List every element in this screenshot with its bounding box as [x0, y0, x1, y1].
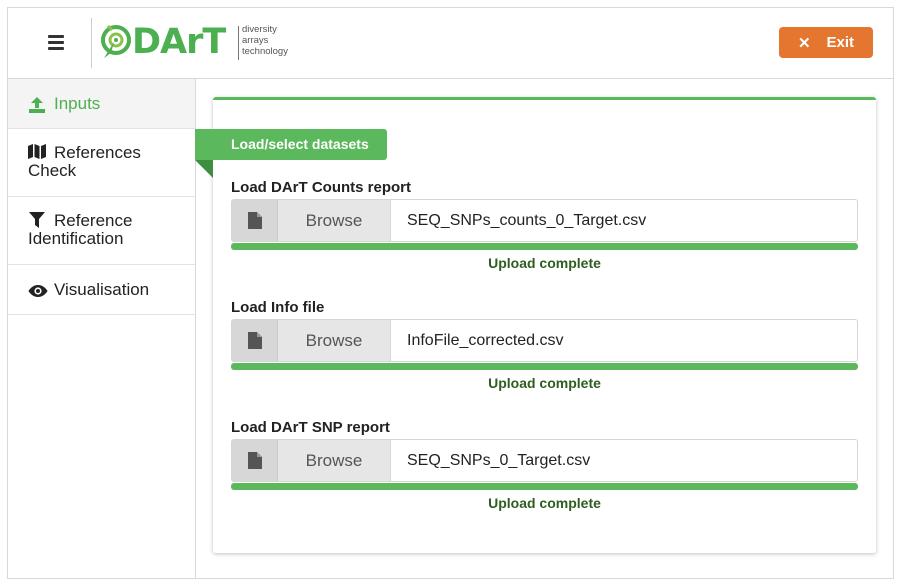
upload-progress-bar: [231, 483, 858, 490]
upload-section-counts: Load DArT Counts report Browse SEQ_SNPs_…: [231, 179, 858, 271]
dart-logo-mark-icon: [101, 24, 131, 58]
file-icon: [232, 320, 278, 361]
browse-button[interactable]: Browse: [278, 200, 391, 241]
logo-tagline-line: arrays: [242, 35, 269, 46]
header: DArT diversity arrays technology ✕ Exit: [8, 8, 893, 79]
logo-tagline-line: technology: [242, 46, 288, 57]
sidebar-item-label: Visualisation: [54, 280, 150, 299]
upload-icon: [28, 96, 46, 114]
logo-divider: [91, 18, 92, 68]
filter-icon: [28, 212, 46, 228]
file-name-field[interactable]: SEQ_SNPs_counts_0_Target.csv: [391, 200, 857, 241]
card-ribbon-title: Load/select datasets: [195, 129, 387, 160]
exit-button-label: Exit: [826, 34, 855, 51]
file-name-field[interactable]: SEQ_SNPs_0_Target.csv: [391, 440, 857, 481]
sidebar-item-inputs[interactable]: Inputs: [8, 79, 195, 129]
logo-word: DArT: [132, 22, 226, 62]
file-icon: [232, 200, 278, 241]
section-label: Load DArT Counts report: [231, 179, 411, 196]
logo-tagline-line: diversity: [242, 24, 277, 35]
app-frame: DArT diversity arrays technology ✕ Exit …: [7, 7, 894, 579]
upload-section-info: Load Info file Browse InfoFile_corrected…: [231, 299, 858, 391]
sidebar-item-reference-identification[interactable]: Reference Identification: [8, 197, 195, 265]
sidebar-item-references-check[interactable]: References Check: [8, 129, 195, 197]
upload-status: Upload complete: [488, 495, 601, 511]
file-input[interactable]: Browse InfoFile_corrected.csv: [231, 319, 858, 362]
file-input[interactable]: Browse SEQ_SNPs_counts_0_Target.csv: [231, 199, 858, 242]
sidebar: Inputs References Check Reference Identi…: [8, 79, 196, 578]
hamburger-menu-icon[interactable]: [48, 35, 64, 50]
map-icon: [28, 144, 46, 160]
eye-icon: [28, 284, 48, 298]
upload-status: Upload complete: [488, 255, 601, 271]
ribbon-fold: [195, 160, 213, 178]
exit-button[interactable]: ✕ Exit: [779, 27, 873, 58]
upload-section-snp: Load DArT SNP report Browse SEQ_SNPs_0_T…: [231, 419, 858, 511]
logo-separator: [238, 26, 239, 60]
upload-progress-bar: [231, 243, 858, 250]
sidebar-item-label: Inputs: [54, 94, 101, 113]
section-label: Load Info file: [231, 299, 325, 316]
section-label: Load DArT SNP report: [231, 419, 390, 436]
logo-tagline: diversity arrays technology: [242, 24, 288, 57]
file-icon: [232, 440, 278, 481]
browse-button[interactable]: Browse: [278, 440, 391, 481]
sidebar-item-visualisation[interactable]: Visualisation: [8, 265, 195, 315]
close-icon: ✕: [797, 34, 811, 52]
upload-progress-bar: [231, 363, 858, 370]
browse-button[interactable]: Browse: [278, 320, 391, 361]
file-input[interactable]: Browse SEQ_SNPs_0_Target.csv: [231, 439, 858, 482]
upload-status: Upload complete: [488, 375, 601, 391]
file-name-field[interactable]: InfoFile_corrected.csv: [391, 320, 857, 361]
datasets-card: Load/select datasets Load DArT Counts re…: [195, 97, 876, 553]
